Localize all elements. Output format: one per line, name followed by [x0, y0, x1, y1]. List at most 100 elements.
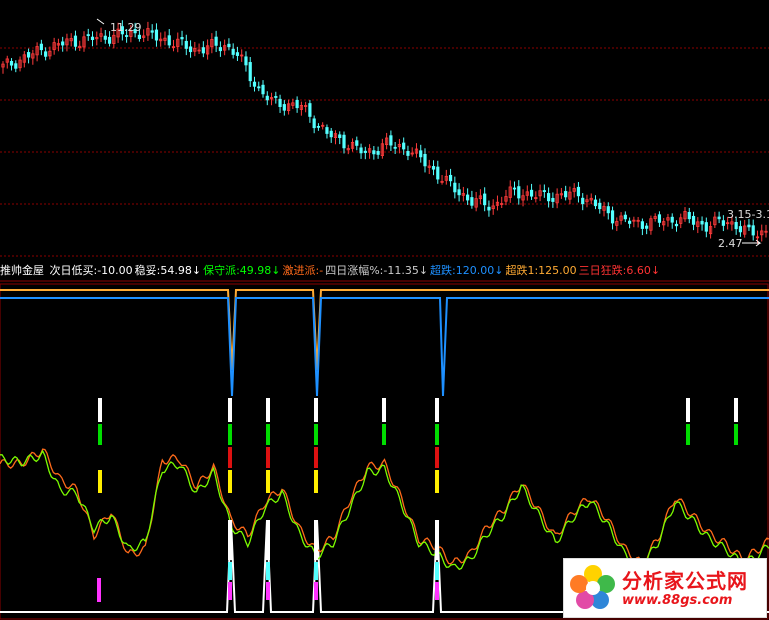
signal-bar-segment — [734, 424, 738, 445]
candle-body — [9, 60, 14, 66]
signal-bar-segment — [266, 470, 270, 493]
indicator-title: 推帅金屋 — [0, 264, 44, 277]
candle-body — [278, 98, 282, 107]
candle-body — [39, 43, 43, 51]
candle-body — [244, 56, 248, 66]
indicator-value-item: 超跌:120.00↓ — [430, 264, 504, 277]
candle-body — [359, 147, 363, 154]
candle-body — [623, 214, 627, 220]
candle-body — [167, 35, 171, 46]
candle-body — [103, 35, 107, 40]
signal-bar-segment — [97, 578, 101, 602]
signal-bar-segment — [228, 520, 232, 560]
blue-signal-line — [0, 297, 769, 397]
signal-bar-segment — [686, 398, 690, 422]
stock-chart-canvas: 11.29 3.15-3.1 2.47 — [0, 18, 769, 620]
signal-bar-segment — [435, 424, 439, 445]
candle-body — [470, 197, 474, 206]
candle-body — [704, 222, 708, 232]
candle-body — [376, 151, 380, 155]
indicator-value-item: 激进派:- — [282, 264, 324, 277]
candle-body — [738, 226, 743, 233]
candle-body — [231, 48, 235, 55]
signal-bar-segment — [435, 447, 439, 468]
high-price-pointer — [96, 18, 105, 25]
candle-body — [393, 146, 397, 149]
candle-body — [14, 63, 18, 69]
signal-bar-segment — [228, 398, 232, 422]
oscillator-line — [0, 449, 769, 571]
candle-body — [457, 189, 461, 196]
signal-bar-segment — [382, 424, 386, 445]
indicator-value-item: 三日狂跌:6.60↓ — [578, 264, 661, 277]
candle-body — [581, 197, 585, 205]
signal-bar-segment — [314, 447, 318, 468]
low-price-label: 2.47 — [718, 237, 743, 250]
signal-bar-segment — [266, 398, 270, 422]
candle-body — [657, 214, 662, 223]
candle-body — [674, 223, 679, 227]
candlestick-series — [1, 20, 768, 244]
signal-bar-segment — [98, 424, 102, 445]
signal-bar-segment — [314, 424, 318, 445]
signal-bar-segment — [435, 582, 439, 600]
indicator-value-item: 超跌1:125.00 — [505, 264, 577, 277]
candle-body — [150, 30, 154, 33]
candle-body — [363, 150, 367, 153]
candle-body — [542, 190, 546, 192]
candle-body — [453, 182, 457, 193]
candle-body — [423, 153, 427, 167]
candle-body — [547, 193, 551, 202]
candle-body — [201, 47, 205, 54]
signal-bar-segment — [98, 470, 102, 493]
indicator-values: 次日低买:-10.00 稳妥:54.98↓ 保守派:49.98↓ 激进派:- 四日涨幅%… — [50, 264, 663, 277]
candle-body — [257, 86, 261, 89]
signal-bar-segment — [228, 562, 232, 580]
candle-body — [721, 220, 725, 226]
signal-bar-segment — [314, 398, 318, 422]
candle-body — [436, 166, 440, 180]
candle-body — [26, 52, 31, 58]
candle-body — [734, 222, 738, 230]
candle-body — [261, 84, 265, 95]
signal-bar-segment — [228, 447, 232, 468]
candle-body — [406, 151, 410, 156]
candle-body — [44, 51, 48, 57]
candle-body — [717, 216, 721, 220]
signal-bar-segment — [228, 582, 232, 600]
signal-bar-segment — [734, 398, 738, 422]
candle-body — [125, 35, 129, 37]
candle-body — [606, 206, 610, 214]
indicator-value-item: 保守派:49.98↓ — [203, 264, 281, 277]
candle-body — [419, 150, 423, 158]
candle-body — [487, 206, 491, 211]
signal-bar-segment — [266, 582, 270, 600]
candle-body — [747, 224, 751, 228]
candle-body — [355, 140, 359, 146]
signal-bar-segment — [266, 447, 270, 468]
candle-body — [274, 96, 278, 98]
gold-signal-line — [0, 289, 769, 371]
indicator-value-item: 次日低买:-10.00 — [49, 264, 133, 277]
candle-body — [670, 216, 674, 223]
candle-body — [329, 130, 333, 138]
candle-body — [61, 41, 65, 46]
candle-body — [86, 34, 90, 37]
high-price-label: 11.29 — [110, 21, 142, 34]
candle-body — [610, 210, 615, 224]
signal-bar-segment — [266, 424, 270, 445]
signal-bar-segment — [435, 398, 439, 422]
candle-body — [235, 52, 240, 56]
watermark-logo: 分析家公式网 www.88gs.com — [563, 558, 767, 618]
candle-body — [248, 62, 252, 82]
indicator-value-item: 稳妥:54.98↓ — [134, 264, 202, 277]
candle-body — [402, 142, 406, 150]
indicator-value-item: 四日涨幅%:-11.35↓ — [325, 264, 429, 277]
candle-body — [137, 34, 142, 40]
candle-body — [512, 187, 517, 190]
candle-body — [564, 191, 568, 198]
price-panel-grid — [0, 47, 769, 257]
candle-body — [466, 194, 470, 201]
candle-body — [184, 40, 188, 49]
signal-bar-segment — [382, 398, 386, 422]
